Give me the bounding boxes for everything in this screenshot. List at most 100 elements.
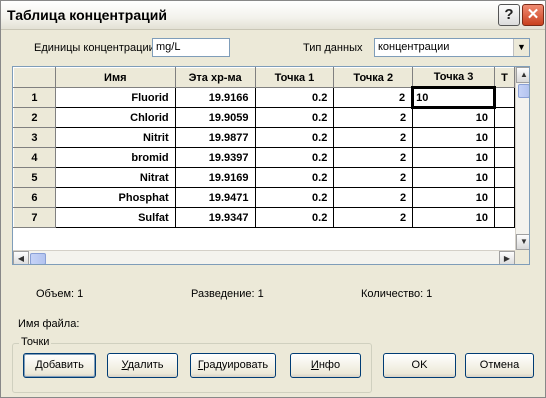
point-3-cell[interactable]: 10 bbox=[412, 107, 495, 128]
table-row: 7 Sulfat 19.9347 0.2 2 10 bbox=[13, 207, 515, 228]
this-chrom-cell[interactable]: 19.9166 bbox=[174, 87, 256, 108]
this-chrom-cell[interactable]: 19.9169 bbox=[174, 167, 256, 188]
point-4-cell[interactable] bbox=[493, 107, 515, 128]
close-button[interactable]: ✕ bbox=[522, 4, 544, 26]
add-point-button[interactable]: Добавить bbox=[23, 353, 96, 378]
row-number-cell[interactable]: 2 bbox=[13, 107, 56, 128]
point-2-cell[interactable]: 2 bbox=[333, 107, 414, 128]
name-cell[interactable]: Nitrit bbox=[54, 127, 176, 148]
header-point-3[interactable]: Точка 3 bbox=[412, 67, 495, 88]
calibrate-label: радуировать bbox=[203, 359, 269, 371]
header-point-2[interactable]: Точка 2 bbox=[333, 67, 414, 88]
point-4-cell[interactable] bbox=[493, 87, 515, 108]
this-chrom-cell[interactable]: 19.9397 bbox=[174, 147, 256, 168]
header-corner bbox=[13, 67, 56, 88]
name-cell[interactable]: bromid bbox=[54, 147, 176, 168]
row-number-cell[interactable]: 1 bbox=[13, 87, 56, 108]
dialog-window: Таблица концентраций ? ✕ Единицы концент… bbox=[0, 0, 546, 398]
header-this-chrom[interactable]: Эта хр-ма bbox=[174, 67, 256, 88]
name-cell[interactable]: Fluorid bbox=[54, 87, 176, 108]
name-cell[interactable]: Phosphat bbox=[54, 187, 176, 208]
point-4-cell[interactable] bbox=[493, 127, 515, 148]
ok-button[interactable]: OK bbox=[383, 353, 456, 378]
point-1-cell[interactable]: 0.2 bbox=[254, 167, 335, 188]
dialog-title: Таблица концентраций bbox=[7, 7, 167, 23]
point-1-cell[interactable]: 0.2 bbox=[254, 207, 335, 228]
point-2-cell[interactable]: 2 bbox=[333, 207, 414, 228]
point-1-cell[interactable]: 0.2 bbox=[254, 107, 335, 128]
point-4-cell[interactable] bbox=[493, 167, 515, 188]
scroll-left-icon[interactable]: ◀ bbox=[13, 251, 29, 264]
point-2-cell[interactable]: 2 bbox=[333, 167, 414, 188]
scroll-down-icon[interactable]: ▼ bbox=[516, 234, 529, 250]
data-type-value: концентрации bbox=[378, 41, 450, 53]
row-number-cell[interactable]: 4 bbox=[13, 147, 56, 168]
horizontal-scrollbar[interactable]: ◀ ▶ bbox=[13, 250, 515, 264]
header-name[interactable]: Имя bbox=[54, 67, 176, 88]
row-number-cell[interactable]: 6 bbox=[13, 187, 56, 208]
chevron-down-icon[interactable]: ▼ bbox=[513, 39, 529, 56]
point-3-cell[interactable]: 10 bbox=[412, 207, 495, 228]
this-chrom-cell[interactable]: 19.9059 bbox=[174, 107, 256, 128]
concentration-table: Имя Эта хр-ма Точка 1 Точка 2 Точка 3 T … bbox=[13, 67, 515, 228]
this-chrom-cell[interactable]: 19.9471 bbox=[174, 187, 256, 208]
info-button[interactable]: Инфо bbox=[290, 353, 361, 378]
horizontal-scroll-thumb[interactable] bbox=[30, 253, 46, 264]
dilution-text: Разведение: 1 bbox=[191, 288, 264, 300]
point-4-cell[interactable] bbox=[493, 207, 515, 228]
calibrate-button[interactable]: Градуировать bbox=[190, 353, 276, 378]
table-row: 2 Chlorid 19.9059 0.2 2 10 bbox=[13, 107, 515, 128]
name-cell[interactable]: Nitrat bbox=[54, 167, 176, 188]
table-header-row: Имя Эта хр-ма Точка 1 Точка 2 Точка 3 T bbox=[13, 67, 515, 88]
this-chrom-cell[interactable]: 19.9347 bbox=[174, 207, 256, 228]
header-point-1[interactable]: Точка 1 bbox=[254, 67, 335, 88]
units-label: Единицы концентрации bbox=[34, 42, 155, 54]
name-cell[interactable]: Sulfat bbox=[54, 207, 176, 228]
cancel-button[interactable]: Отмена bbox=[465, 353, 534, 378]
point-1-cell[interactable]: 0.2 bbox=[254, 87, 335, 108]
help-button[interactable]: ? bbox=[498, 4, 520, 26]
name-cell[interactable]: Chlorid bbox=[54, 107, 176, 128]
info-label: нфо bbox=[318, 359, 341, 371]
point-4-cell[interactable] bbox=[493, 147, 515, 168]
vertical-scrollbar[interactable]: ▲ ▼ bbox=[515, 67, 529, 250]
point-2-cell[interactable]: 2 bbox=[333, 87, 414, 108]
this-chrom-cell[interactable]: 19.9877 bbox=[174, 127, 256, 148]
row-number-cell[interactable]: 5 bbox=[13, 167, 56, 188]
point-2-cell[interactable]: 2 bbox=[333, 127, 414, 148]
point-3-cell[interactable]: 10 bbox=[412, 167, 495, 188]
point-1-cell[interactable]: 0.2 bbox=[254, 147, 335, 168]
scroll-corner bbox=[515, 250, 529, 264]
point-2-cell[interactable]: 2 bbox=[333, 147, 414, 168]
title-bar: Таблица концентраций ? ✕ bbox=[1, 1, 545, 30]
scroll-right-icon[interactable]: ▶ bbox=[499, 251, 515, 264]
table-row: 4 bromid 19.9397 0.2 2 10 bbox=[13, 147, 515, 168]
vertical-scroll-thumb[interactable] bbox=[518, 84, 529, 98]
data-type-label: Тип данных bbox=[303, 42, 363, 54]
header-point-4-partial[interactable]: T bbox=[493, 67, 515, 88]
point-3-cell[interactable]: 10 bbox=[412, 187, 495, 208]
point-3-cell[interactable]: 10 bbox=[411, 86, 496, 109]
quantity-text: Количество: 1 bbox=[361, 288, 433, 300]
volume-text: Объем: 1 bbox=[36, 288, 84, 300]
point-1-cell[interactable]: 0.2 bbox=[254, 127, 335, 148]
point-3-cell[interactable]: 10 bbox=[412, 147, 495, 168]
table-row: 3 Nitrit 19.9877 0.2 2 10 bbox=[13, 127, 515, 148]
concentration-grid[interactable]: Имя Эта хр-ма Точка 1 Точка 2 Точка 3 T … bbox=[12, 66, 530, 265]
units-input[interactable]: mg/L bbox=[152, 38, 230, 57]
delete-label: далить bbox=[127, 359, 164, 371]
point-1-cell[interactable]: 0.2 bbox=[254, 187, 335, 208]
point-2-cell[interactable]: 2 bbox=[333, 187, 414, 208]
data-type-select[interactable]: концентрации ▼ bbox=[374, 38, 530, 57]
row-number-cell[interactable]: 3 bbox=[13, 127, 56, 148]
table-row: 5 Nitrat 19.9169 0.2 2 10 bbox=[13, 167, 515, 188]
filename-label: Имя файла: bbox=[18, 318, 80, 330]
points-group-legend: Точки bbox=[19, 336, 52, 348]
point-3-cell[interactable]: 10 bbox=[412, 127, 495, 148]
row-number-cell[interactable]: 7 bbox=[13, 207, 56, 228]
point-4-cell[interactable] bbox=[493, 187, 515, 208]
scroll-up-icon[interactable]: ▲ bbox=[516, 67, 529, 83]
delete-point-button[interactable]: Удалить bbox=[107, 353, 178, 378]
table-row: 6 Phosphat 19.9471 0.2 2 10 bbox=[13, 187, 515, 208]
add-label: обавить bbox=[42, 359, 84, 371]
